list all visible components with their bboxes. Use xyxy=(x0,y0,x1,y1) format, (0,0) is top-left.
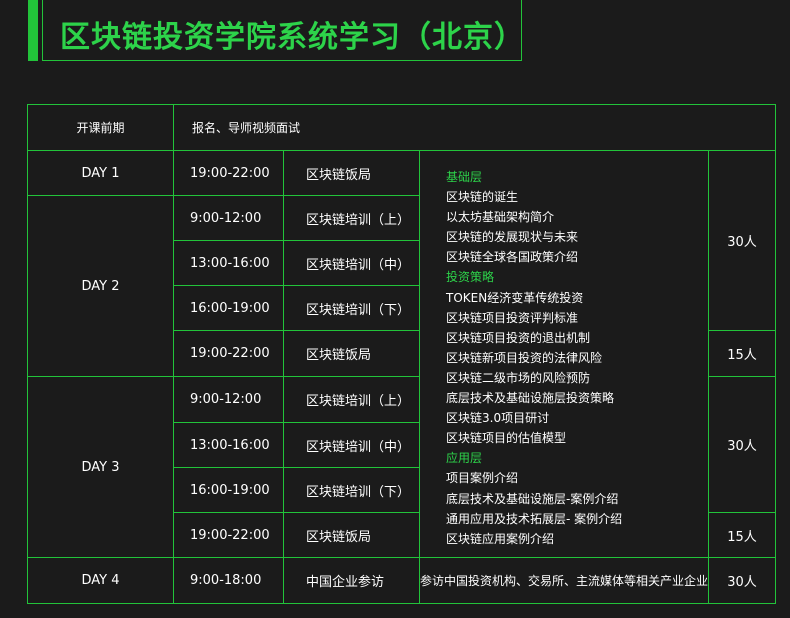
activity-cell: 区块链培训（下） xyxy=(283,285,420,331)
topic-category: 应用层 xyxy=(446,451,483,466)
topic-item: 区块链项目的估值模型 xyxy=(446,431,567,446)
table-row: DAY 4 9:00-18:00 中国企业参访 参访中国投资机构、交易所、主流媒… xyxy=(27,557,777,604)
day-label: DAY 2 xyxy=(27,195,174,377)
participants-count: 30人 xyxy=(708,150,777,331)
time-cell: 9:00-12:00 xyxy=(173,195,284,241)
time-cell: 19:00-22:00 xyxy=(173,512,284,558)
topic-category: 投资策略 xyxy=(446,270,495,285)
time-cell: 16:00-19:00 xyxy=(173,467,284,513)
activity-cell: 区块链培训（下） xyxy=(283,467,420,513)
schedule-table: 开课前期 报名、导师视频面试 DAY 1 19:00-22:00 区块链饭局 基… xyxy=(27,104,777,604)
activity-cell: 区块链培训（上） xyxy=(283,376,420,423)
topic-category: 基础层 xyxy=(446,170,483,184)
participants-count: 30人 xyxy=(708,557,777,604)
topic-item: 区块链全球各国政策介绍 xyxy=(446,250,579,265)
pre-course-value: 报名、导师视频面试 xyxy=(172,104,777,151)
title-accent-bar xyxy=(28,0,38,61)
topic-item: TOKEN经济变革传统投资 xyxy=(446,290,584,305)
activity-cell: 区块链饭局 xyxy=(283,150,420,196)
topic-item: 区块链项目投资的退出机制 xyxy=(446,330,591,345)
topic-item: 项目案例介绍 xyxy=(446,471,519,486)
topic-item: 区块链二级市场的风险预防 xyxy=(446,370,591,385)
time-cell: 13:00-16:00 xyxy=(173,240,284,286)
topic-item: 底层技术及基础设施层投资策略 xyxy=(446,391,615,406)
activity-cell: 区块链饭局 xyxy=(283,330,420,377)
activity-cell: 区块链培训（中） xyxy=(283,422,420,468)
time-cell: 16:00-19:00 xyxy=(173,285,284,331)
time-cell: 13:00-16:00 xyxy=(173,422,284,468)
activity-cell: 区块链培训（中） xyxy=(283,240,420,286)
participants-count: 30人 xyxy=(708,376,777,513)
topic-item: 区块链应用案例介绍 xyxy=(446,531,555,546)
time-cell: 19:00-22:00 xyxy=(173,150,284,196)
participants-count: 15人 xyxy=(708,512,777,558)
time-cell: 19:00-22:00 xyxy=(173,330,284,377)
activity-cell: 区块链培训（上） xyxy=(283,195,420,241)
topic-item: 通用应用及技术拓展层- 案例介绍 xyxy=(446,511,623,526)
day-label: DAY 3 xyxy=(27,376,174,558)
table-row: DAY 1 19:00-22:00 区块链饭局 基础层区块链的诞生以太坊基础架构… xyxy=(27,150,777,558)
topic-item: 以太坊基础架构简介 xyxy=(446,210,555,225)
topic-item: 区块链3.0项目研讨 xyxy=(446,411,550,426)
pre-course-label: 开课前期 xyxy=(27,104,174,151)
topic-item: 区块链的发展现状与未来 xyxy=(446,230,579,245)
activity-cell: 中国企业参访 xyxy=(283,557,420,604)
participants-count: 15人 xyxy=(708,330,777,377)
topic-item: 底层技术及基础设施层-案例介绍 xyxy=(446,491,619,506)
page-title: 区块链投资学院系统学习（北京） xyxy=(60,20,525,55)
day-label: DAY 1 xyxy=(27,150,174,196)
topics-list: 基础层区块链的诞生以太坊基础架构简介区块链的发展现状与未来 区块链全球各国政策介绍… xyxy=(446,167,708,549)
topic-item: 区块链的诞生 xyxy=(446,190,519,205)
activity-cell: 区块链饭局 xyxy=(283,512,420,558)
table-row-header: 开课前期 报名、导师视频面试 xyxy=(27,104,777,151)
topic-item: 区块链新项目投资的法律风险 xyxy=(446,350,603,365)
day-label: DAY 4 xyxy=(27,557,174,604)
course-topics: 基础层区块链的诞生以太坊基础架构简介区块链的发展现状与未来 区块链全球各国政策介绍… xyxy=(418,150,710,558)
topic-item: 区块链项目投资评判标准 xyxy=(446,310,579,325)
time-cell: 9:00-18:00 xyxy=(173,557,284,604)
time-cell: 9:00-12:00 xyxy=(173,376,284,423)
day4-note: 参访中国投资机构、交易所、主流媒体等相关产业企业 xyxy=(418,557,710,604)
